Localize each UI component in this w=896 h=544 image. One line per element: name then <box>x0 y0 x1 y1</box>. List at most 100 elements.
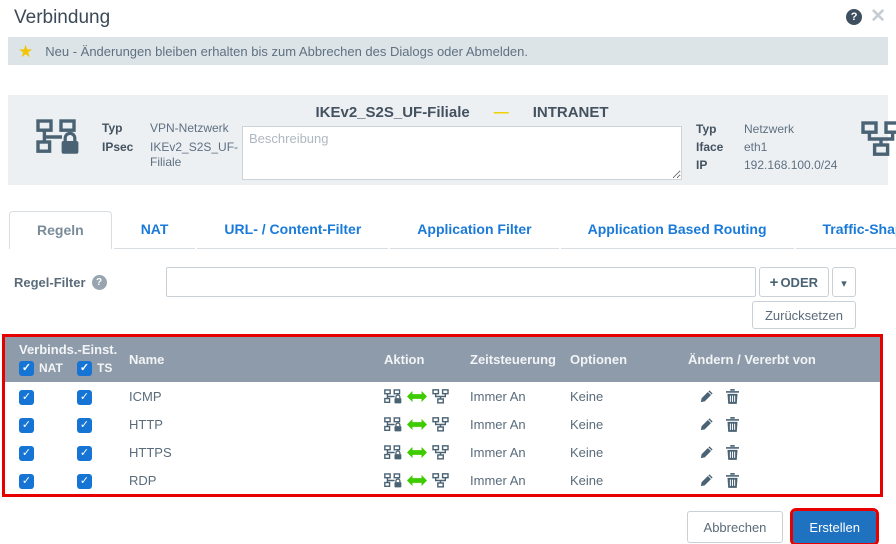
help-icon[interactable] <box>846 9 863 25</box>
tab-url-content-filter[interactable]: URL- / Content-Filter <box>197 211 389 249</box>
vpn-network-icon <box>384 389 402 404</box>
table-row: HTTP Immer An Keine <box>5 410 880 438</box>
network-icon <box>432 445 449 460</box>
nat-checkbox[interactable] <box>19 389 34 405</box>
reset-button[interactable]: Zurücksetzen <box>751 301 856 329</box>
table-header: Verbinds.-Einst. NAT TS Name Aktion Zeit… <box>5 337 880 382</box>
vpn-network-icon <box>36 119 80 155</box>
plus-icon <box>770 274 781 291</box>
table-row: HTTPS Immer An Keine <box>5 438 880 466</box>
connection-panel: Typ VPN-Netzwerk IPsec IKEv2_S2S_UF-Fili… <box>8 95 888 185</box>
header-zeitsteuerung: Zeitsteuerung <box>470 351 556 367</box>
network-icon <box>432 473 449 488</box>
rule-options: Keine <box>570 416 604 432</box>
header-name: Name <box>129 351 165 367</box>
notice-bar: Neu - Änderungen bleiben erhalten bis zu… <box>8 37 888 65</box>
rule-name: RDP <box>129 472 157 488</box>
rule-schedule: Immer An <box>470 388 526 404</box>
rule-filter-label: Regel-Filter <box>14 274 86 290</box>
endpoint-to: INTRANET <box>532 104 609 121</box>
rule-schedule: Immer An <box>470 416 526 432</box>
ts-checkbox[interactable] <box>77 389 92 405</box>
vpn-network-icon <box>384 445 402 460</box>
nat-checkbox[interactable] <box>19 417 34 433</box>
header-aktion: Aktion <box>384 351 425 367</box>
header-nat-label: NAT <box>39 361 63 375</box>
rule-name: HTTP <box>129 416 163 432</box>
rule-schedule: Immer An <box>470 472 526 488</box>
tab-nat[interactable]: NAT <box>113 211 196 249</box>
network-icon <box>861 121 896 157</box>
ipsec-label: IPsec <box>102 139 134 154</box>
rules-table: Verbinds.-Einst. NAT TS Name Aktion Zeit… <box>2 334 883 497</box>
rule-name: HTTPS <box>129 444 172 460</box>
iface-label: Iface <box>696 140 724 155</box>
create-button[interactable]: Erstellen <box>790 508 879 544</box>
rule-filter-row: Regel-Filter ODER <box>14 267 856 297</box>
filter-help-icon[interactable] <box>91 274 107 290</box>
star-icon <box>18 43 33 60</box>
connection-title: IKEv2_S2S_UF-Filiale — INTRANET <box>315 104 608 121</box>
tab-regeln[interactable]: Regeln <box>9 211 112 249</box>
vpn-network-icon <box>384 473 402 488</box>
dialog-header: Verbindung <box>0 0 896 35</box>
table-row: RDP Immer An Keine <box>5 466 880 494</box>
bidirectional-arrow-icon <box>407 419 427 430</box>
description-textarea[interactable] <box>242 126 682 180</box>
or-button[interactable]: ODER <box>758 267 829 297</box>
dialog-footer: Abbrechen Erstellen <box>0 508 879 544</box>
bidirectional-arrow-icon <box>407 391 427 402</box>
delete-icon[interactable] <box>726 389 739 404</box>
rule-options: Keine <box>570 444 604 460</box>
page-title: Verbindung <box>14 7 111 28</box>
typ-value: VPN-Netzwerk <box>150 121 229 135</box>
tab-bar: Regeln NAT URL- / Content-Filter Applica… <box>8 211 896 249</box>
endpoint-from: IKEv2_S2S_UF-Filiale <box>315 104 470 121</box>
tab-application-based-routing[interactable]: Application Based Routing <box>560 211 794 249</box>
header-verbinds-einst: Verbinds.-Einst. <box>19 341 118 357</box>
or-dropdown-button[interactable] <box>832 267 856 297</box>
typ-value: Netzwerk <box>744 122 795 136</box>
typ-label: Typ <box>696 122 717 136</box>
edit-icon[interactable] <box>700 445 714 459</box>
bidirectional-arrow-icon <box>407 475 427 486</box>
connection-source-meta: Typ VPN-Netzwerk IPsec IKEv2_S2S_UF-Fili… <box>102 121 242 171</box>
delete-icon[interactable] <box>726 445 739 460</box>
nat-checkbox[interactable] <box>19 473 34 489</box>
edit-icon[interactable] <box>700 473 714 487</box>
close-icon[interactable] <box>870 9 886 25</box>
endpoint-separator: — <box>493 104 509 121</box>
delete-icon[interactable] <box>726 473 739 488</box>
ts-checkbox[interactable] <box>77 473 92 489</box>
network-icon <box>432 389 449 404</box>
ts-checkbox[interactable] <box>77 445 92 461</box>
tab-application-filter[interactable]: Application Filter <box>390 211 559 249</box>
tab-traffic-shaping[interactable]: Traffic-Shaping <box>795 211 896 249</box>
header-optionen: Optionen <box>570 351 628 367</box>
rule-schedule: Immer An <box>470 444 526 460</box>
edit-icon[interactable] <box>700 417 714 431</box>
delete-icon[interactable] <box>726 417 739 432</box>
edit-icon[interactable] <box>700 389 714 403</box>
select-all-nat-checkbox[interactable] <box>19 360 34 376</box>
typ-label: Typ <box>102 121 123 135</box>
table-row: ICMP Immer An Keine <box>5 382 880 410</box>
ipsec-value: IKEv2_S2S_UF-Filiale <box>150 139 239 170</box>
rule-options: Keine <box>570 388 604 404</box>
connection-target-meta: Typ Netzwerk Iface eth1 IP 192.168.100.0… <box>696 121 861 174</box>
select-all-ts-checkbox[interactable] <box>77 360 92 376</box>
ip-value: 192.168.100.0/24 <box>744 158 838 173</box>
header-ts-label: TS <box>97 361 113 375</box>
ts-checkbox[interactable] <box>77 417 92 433</box>
iface-value: eth1 <box>744 140 768 155</box>
network-icon <box>432 417 449 432</box>
cancel-button[interactable]: Abbrechen <box>686 511 784 543</box>
rule-name: ICMP <box>129 388 162 404</box>
ip-label: IP <box>696 158 708 173</box>
notice-text: Neu - Änderungen bleiben erhalten bis zu… <box>45 43 529 59</box>
vpn-network-icon <box>384 417 402 432</box>
nat-checkbox[interactable] <box>19 445 34 461</box>
rule-filter-input[interactable] <box>166 267 756 297</box>
bidirectional-arrow-icon <box>407 447 427 458</box>
rule-options: Keine <box>570 472 604 488</box>
